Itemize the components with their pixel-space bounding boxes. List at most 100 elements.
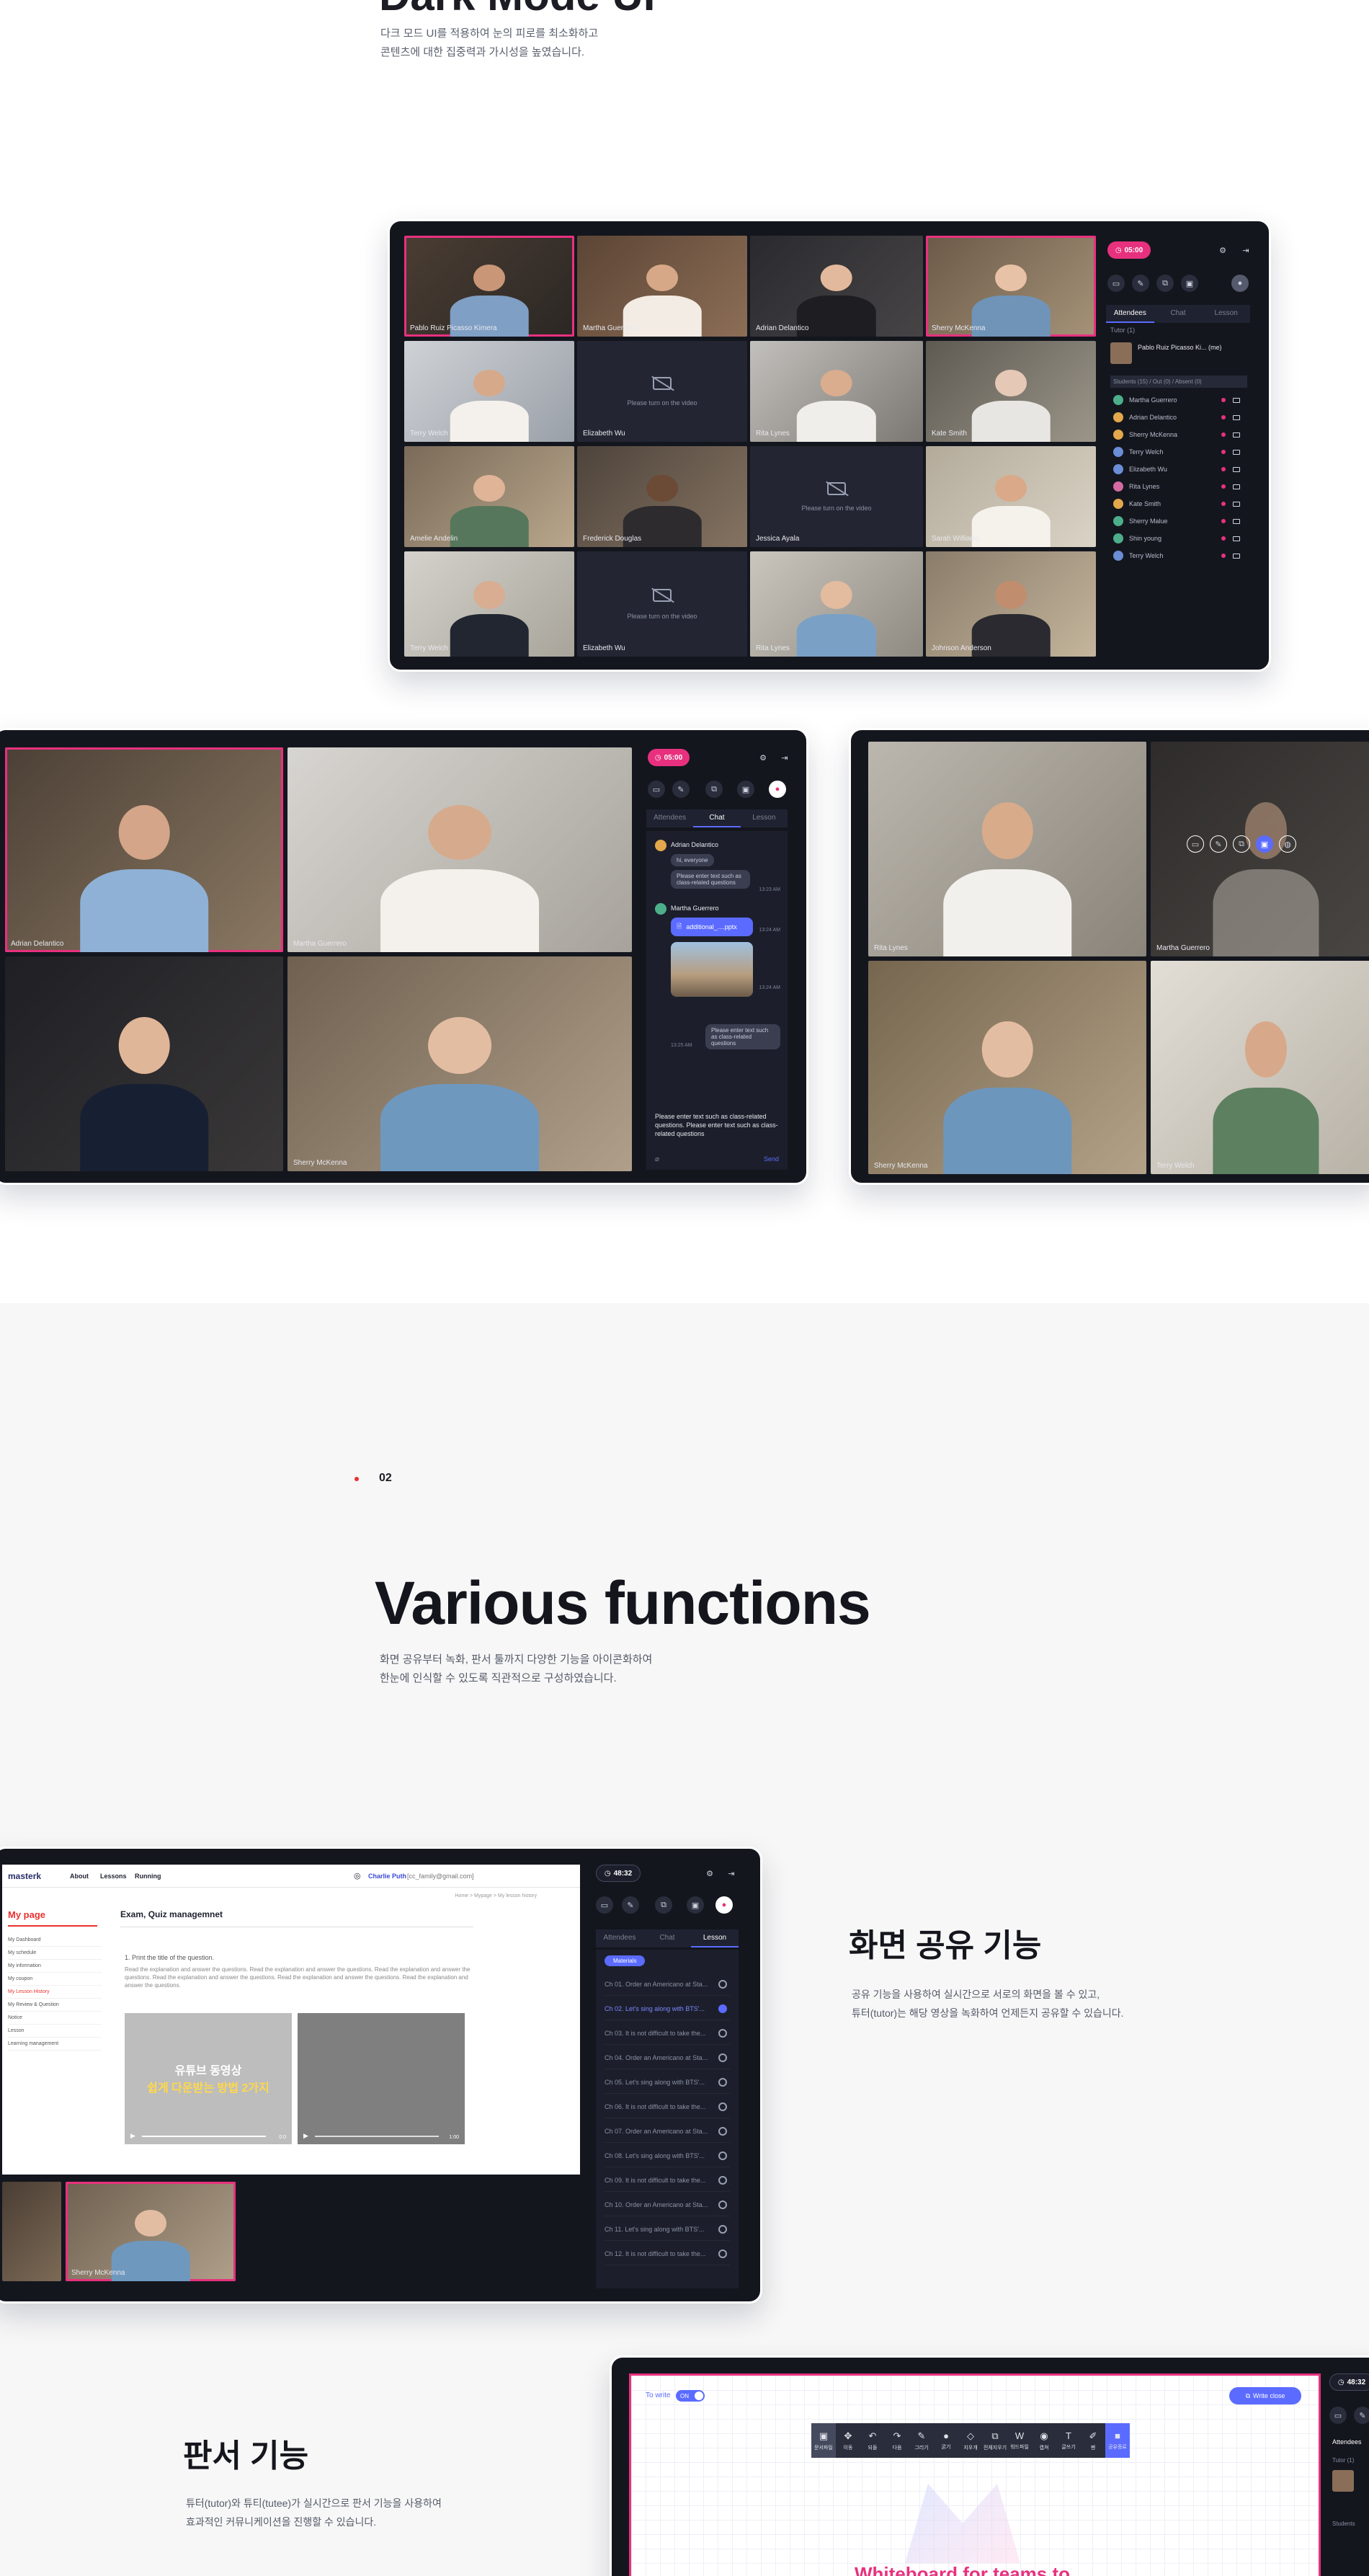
exit-icon[interactable]: ⇥ (776, 749, 793, 766)
video-tile[interactable]: Rita Lynes (750, 341, 923, 442)
side-menu-item[interactable]: My schedule (8, 1947, 102, 1960)
video-tile[interactable]: Johnson Anderson (926, 551, 1096, 657)
whiteboard-tool[interactable]: ↷ 다음 (885, 2423, 909, 2458)
student-row[interactable]: Terry Welch (1113, 547, 1244, 564)
video-player[interactable]: 유튜브 동영상 쉽게 다운받는 방법 2가지 ▶ 0:0 (125, 2013, 292, 2144)
video-tile-off[interactable]: Please turn on the video Elizabeth Wu (577, 341, 747, 442)
lesson-item[interactable]: Ch 01. Order an Americano at Sta... (605, 1973, 730, 1996)
lesson-settings-icon[interactable] (718, 2200, 727, 2209)
lesson-settings-icon[interactable] (718, 2126, 727, 2136)
lesson-settings-icon[interactable] (718, 2004, 727, 2013)
record-icon[interactable]: ⧉ (705, 781, 723, 798)
whiteboard-tool[interactable]: T 글쓰기 (1056, 2423, 1081, 2458)
attendees-tab[interactable]: Attendees (1332, 2438, 1362, 2446)
nav-running[interactable]: Running (135, 1873, 161, 1880)
video-tile[interactable]: Pablo Ruiz Picasso Kimera (404, 236, 574, 337)
pen-icon[interactable]: ✎ (622, 1896, 639, 1914)
student-row[interactable]: Adrian Delantico (1113, 409, 1244, 426)
lesson-settings-icon[interactable] (718, 2028, 727, 2038)
pen-icon[interactable]: ✎ (1210, 835, 1227, 853)
pen-icon[interactable]: ✎ (1354, 2407, 1369, 2424)
whiteboard-tool[interactable]: ◇ 지우개 (958, 2423, 983, 2458)
lesson-item[interactable]: Ch 12. It is not difficult to take the..… (605, 2242, 730, 2265)
nav-lessons[interactable]: Lessons (100, 1873, 127, 1880)
lesson-settings-icon[interactable] (718, 1979, 727, 1989)
video-tile-off[interactable]: Please turn on the video Jessica Ayala (750, 446, 923, 547)
lesson-item[interactable]: Ch 10. Order an Americano at Sta... (605, 2193, 730, 2216)
video-tile[interactable]: Amelie Andelin (404, 446, 574, 547)
camera-icon[interactable]: ▣ (687, 1896, 704, 1914)
video-tile[interactable]: Martha Guerrero (577, 236, 747, 337)
settings-icon[interactable]: ⚙ (701, 1865, 718, 1882)
student-row[interactable]: Sherry Malue (1113, 512, 1244, 530)
screen-share-icon[interactable]: ▭ (1329, 2407, 1347, 2424)
student-row[interactable]: Martha Guerrero (1113, 391, 1244, 409)
side-menu-item[interactable]: My Lesson History (8, 1986, 102, 1999)
student-row[interactable]: Sherry McKenna (1113, 426, 1244, 443)
tutor-row[interactable]: Pablo Ruiz Picasso Ki... (me) (1110, 339, 1247, 368)
screen-share-icon[interactable]: ▭ (648, 781, 665, 798)
student-row[interactable]: Terry Welch (1113, 443, 1244, 461)
whiteboard-tool[interactable]: ▣ 문서파일 (811, 2423, 836, 2458)
whiteboard-tool[interactable]: ⧉ 전체지우기 (983, 2423, 1007, 2458)
exit-icon[interactable]: ⇥ (723, 1865, 740, 1882)
record-button-icon[interactable]: ● (769, 781, 786, 798)
video-tile[interactable]: Rita Lynes (750, 551, 923, 657)
lesson-item[interactable]: Ch 07. Order an Americano at Sta... (605, 2120, 730, 2143)
video-tile[interactable]: Adrian Delantico (5, 747, 283, 952)
side-menu-item[interactable]: My coupon (8, 1973, 102, 1986)
video-tile[interactable]: Terry Welch (1151, 961, 1369, 1174)
lesson-item[interactable]: Ch 05. Let's sing along with BTS'... (605, 2071, 730, 2094)
settings-icon[interactable]: ⚙ (1214, 241, 1231, 259)
record-icon[interactable]: ⧉ (655, 1896, 672, 1914)
send-button[interactable]: Send (764, 1155, 779, 1163)
whiteboard-tool[interactable]: ◉ 캡쳐 (1032, 2423, 1056, 2458)
student-row[interactable]: Kate Smith (1113, 495, 1244, 512)
side-menu-item[interactable]: Lesson (8, 2025, 102, 2038)
video-tile[interactable]: Rita Lynes (868, 742, 1146, 956)
lesson-item[interactable]: Ch 09. It is not difficult to take the..… (605, 2169, 730, 2192)
attach-icon[interactable]: ⌀ (655, 1155, 659, 1163)
site-logo[interactable]: masterk (8, 1871, 41, 1881)
lesson-item[interactable]: Ch 04. Order an Americano at Sta... (605, 2046, 730, 2069)
student-row[interactable]: Rita Lynes (1113, 478, 1244, 495)
settings-icon[interactable]: ⚙ (754, 749, 772, 766)
video-tile[interactable]: Martha Guerrero (287, 747, 632, 952)
student-row[interactable]: Shin young (1113, 530, 1244, 547)
screen-share-icon[interactable]: ▭ (1107, 275, 1125, 292)
tab-lesson[interactable]: Lesson (741, 809, 788, 827)
lesson-item[interactable]: Ch 02. Let's sing along with BTS'... (605, 1997, 730, 2020)
screen-icon[interactable]: ▭ (1187, 835, 1204, 853)
record-icon[interactable]: ⧉ (1156, 275, 1174, 292)
lesson-item[interactable]: Ch 11. Let's sing along with BTS'... (605, 2218, 730, 2241)
write-toggle[interactable]: ON (676, 2390, 705, 2402)
whiteboard-tool[interactable]: ● 굵기 (934, 2423, 958, 2458)
play-icon[interactable]: ▶ (130, 2132, 135, 2140)
whiteboard-tool[interactable]: ■ 공유종료 (1105, 2423, 1130, 2458)
side-menu-item[interactable]: My Dashboard (8, 1934, 102, 1947)
side-menu-item[interactable]: Notice (8, 2012, 102, 2025)
materials-chip[interactable]: Materials (605, 1955, 646, 1966)
tab-attendees[interactable]: Attendees (646, 809, 693, 827)
lesson-settings-icon[interactable] (718, 2175, 727, 2185)
lesson-settings-icon[interactable] (718, 2077, 727, 2087)
lesson-item[interactable]: Ch 06. It is not difficult to take the..… (605, 2095, 730, 2118)
video-tile[interactable]: Sarah Williams (926, 446, 1096, 547)
video-tile[interactable]: Martha Guerrero ▭ ✎ ⧉ ▣ ◍ (1151, 742, 1369, 956)
whiteboard-tool[interactable]: ✎ 그리기 (909, 2423, 934, 2458)
side-menu-item[interactable]: My information (8, 1960, 102, 1973)
play-icon[interactable]: ▶ (303, 2132, 308, 2140)
tab-attendees[interactable]: Attendees (1106, 305, 1154, 323)
side-menu-item[interactable]: Learning management (8, 2038, 102, 2051)
lesson-item[interactable]: Ch 08. Let's sing along with BTS'... (605, 2144, 730, 2167)
whiteboard-tool[interactable]: ↶ 되돌 (860, 2423, 885, 2458)
thumb-tile[interactable]: Sherry McKenna (66, 2182, 236, 2281)
mic-icon[interactable]: ◍ (1279, 835, 1296, 853)
user-name[interactable]: Charlie Puth (368, 1873, 406, 1880)
lesson-settings-icon[interactable] (718, 2151, 727, 2160)
video-player[interactable]: ▶ 1:00 (298, 2013, 465, 2144)
camera-icon[interactable]: ▣ (1181, 275, 1198, 292)
progress-bar[interactable] (142, 2136, 266, 2137)
side-menu-item[interactable]: My Review & Question (8, 1999, 102, 2012)
lesson-settings-icon[interactable] (718, 2224, 727, 2234)
